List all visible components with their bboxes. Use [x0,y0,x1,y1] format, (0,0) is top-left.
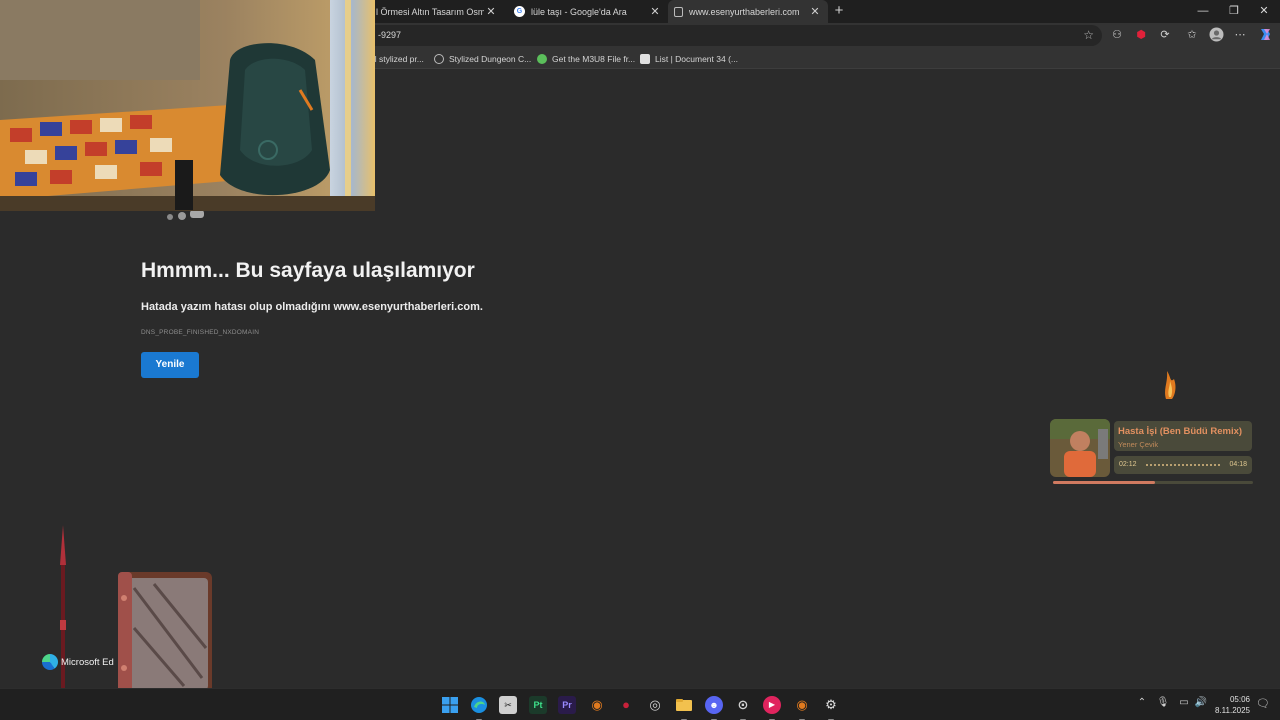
close-icon[interactable]: ✕ [648,5,662,18]
screen: l Örmesi Altın Tasarım Osmanlı F ✕ G lül… [0,0,1280,720]
tray-overflow-icon[interactable]: ⌃ [1135,697,1149,708]
error-illustration-icon [167,210,204,220]
tab-title: l Örmesi Altın Tasarım Osmanlı F [376,6,484,17]
progress-fill [1053,481,1155,484]
start-button[interactable] [441,696,459,714]
obs-icon[interactable]: ◎ [646,696,664,714]
substance-painter-icon[interactable]: Pt [529,696,547,714]
page-icon [674,6,683,17]
webcam-overlay [0,0,375,211]
tab-title: www.esenyurthaberleri.com [689,6,800,17]
duration-time: 04:18 [1229,461,1247,468]
url-text: -9297 [378,30,402,40]
album-cover [1050,419,1110,477]
error-code: DNS_PROBE_FINISHED_NXDOMAIN [141,329,260,336]
artist-name: Yener Çevik [1118,440,1159,449]
edge-app-label: Microsoft Ed [42,654,114,670]
bookmark-label: List | Document 34 (... [655,54,738,64]
spear-sprite-icon [60,525,66,715]
waveform [1146,464,1220,466]
clock-time: 05:06 [1229,695,1250,704]
tab-title: lüle taşı - Google'da Ara [531,6,627,17]
media-player-icon[interactable]: ▶ [763,696,781,720]
song-title: Hasta İşi (Ben Büdü Remix) [1118,426,1243,437]
close-window-button[interactable]: ✕ [1249,0,1279,23]
red-app-icon[interactable]: ● [617,696,635,714]
address-bar[interactable]: -9297 ☆ [360,25,1102,46]
bookmark-label: Get the M3U8 File fr... [552,54,636,64]
bookmark-stylized-dungeon[interactable]: Stylized Dungeon C... [434,52,531,66]
error-description: Hatada yazım hatası olup olmadığını www.… [141,301,483,313]
profile-icon[interactable] [1208,27,1224,43]
favorites-icon[interactable]: ✩ [1184,27,1200,43]
close-icon[interactable]: ✕ [484,5,498,18]
copilot-icon[interactable] [1257,27,1273,43]
premiere-icon[interactable]: Pr [558,696,576,714]
link-icon [434,54,444,64]
spellbook-sprite-icon [118,572,212,696]
google-icon: G [514,6,525,17]
snipping-tool-icon[interactable]: ✂ [499,696,517,714]
document-icon [640,54,650,64]
new-tab-button[interactable]: + [831,3,847,19]
steam-icon[interactable]: ⊙ [734,696,752,720]
track-info: Hasta İşi (Ben Büdü Remix) Yener Çevik [1114,421,1252,451]
taskbar: ✂ Pt Pr ◉ ● ◎ ☻ ⊙ ▶ ◉ ⚙ ⌃ 🎙 ▭ 🔊 05:06 8.… [0,688,1280,720]
minimize-button[interactable]: — [1188,0,1218,23]
more-menu-icon[interactable]: ⋯ [1232,27,1248,43]
microphone-icon[interactable]: 🎙 [1156,697,1170,708]
extension-icon[interactable]: ⚇ [1109,27,1125,43]
bookmark-label: Stylized Dungeon C... [449,54,532,64]
network-icon[interactable]: ▭ [1177,697,1191,708]
edge-logo-icon [42,654,58,670]
bookmark-label: al stylized pr... [370,54,424,64]
clock-date: 8.11.2025 [1215,706,1250,715]
adblock-icon[interactable]: ⬢ [1133,27,1149,43]
volume-icon[interactable]: 🔊 [1194,697,1208,708]
bookmark-list-document[interactable]: List | Document 34 (... [640,52,738,66]
favorite-star-icon[interactable]: ☆ [1083,28,1094,42]
file-explorer-icon[interactable] [675,696,693,720]
edge-label-text: Microsoft Ed [61,656,114,668]
extensions-puzzle-icon[interactable]: ⟳ [1157,27,1173,43]
progress-bar[interactable] [1053,481,1253,484]
bookmark-stylized-pr[interactable]: al stylized pr... [370,52,424,66]
notification-icon[interactable]: 🗨 [1256,697,1270,710]
settings-gear-icon[interactable]: ⚙ [822,696,840,720]
flame-sprite-icon [1165,371,1176,399]
webcam-image [0,0,375,211]
tab-esenyurthaberleri[interactable]: www.esenyurthaberleri.com ✕ [668,0,828,23]
clock[interactable]: 05:06 8.11.2025 [1215,694,1250,716]
discord-icon[interactable]: ☻ [705,696,723,720]
tab-google-search[interactable]: G lüle taşı - Google'da Ara ✕ [508,0,668,23]
maximize-button[interactable]: ❐ [1219,0,1249,23]
edge-taskbar-icon[interactable] [470,696,488,720]
music-widget: Hasta İşi (Ben Büdü Remix) Yener Çevik 0… [1050,419,1254,485]
check-icon [537,54,547,64]
time-row: 02:12 04:18 [1114,456,1252,474]
close-icon[interactable]: ✕ [808,5,822,18]
tab-osmanli[interactable]: l Örmesi Altın Tasarım Osmanlı F ✕ [370,0,504,23]
error-title: Hmmm... Bu sayfaya ulaşılamıyor [141,259,475,282]
blender-icon[interactable]: ◉ [588,696,606,714]
elapsed-time: 02:12 [1119,461,1137,468]
bookmark-m3u8[interactable]: Get the M3U8 File fr... [537,52,635,66]
blender-2-icon[interactable]: ◉ [793,696,811,720]
reload-button[interactable]: Yenile [141,352,199,378]
